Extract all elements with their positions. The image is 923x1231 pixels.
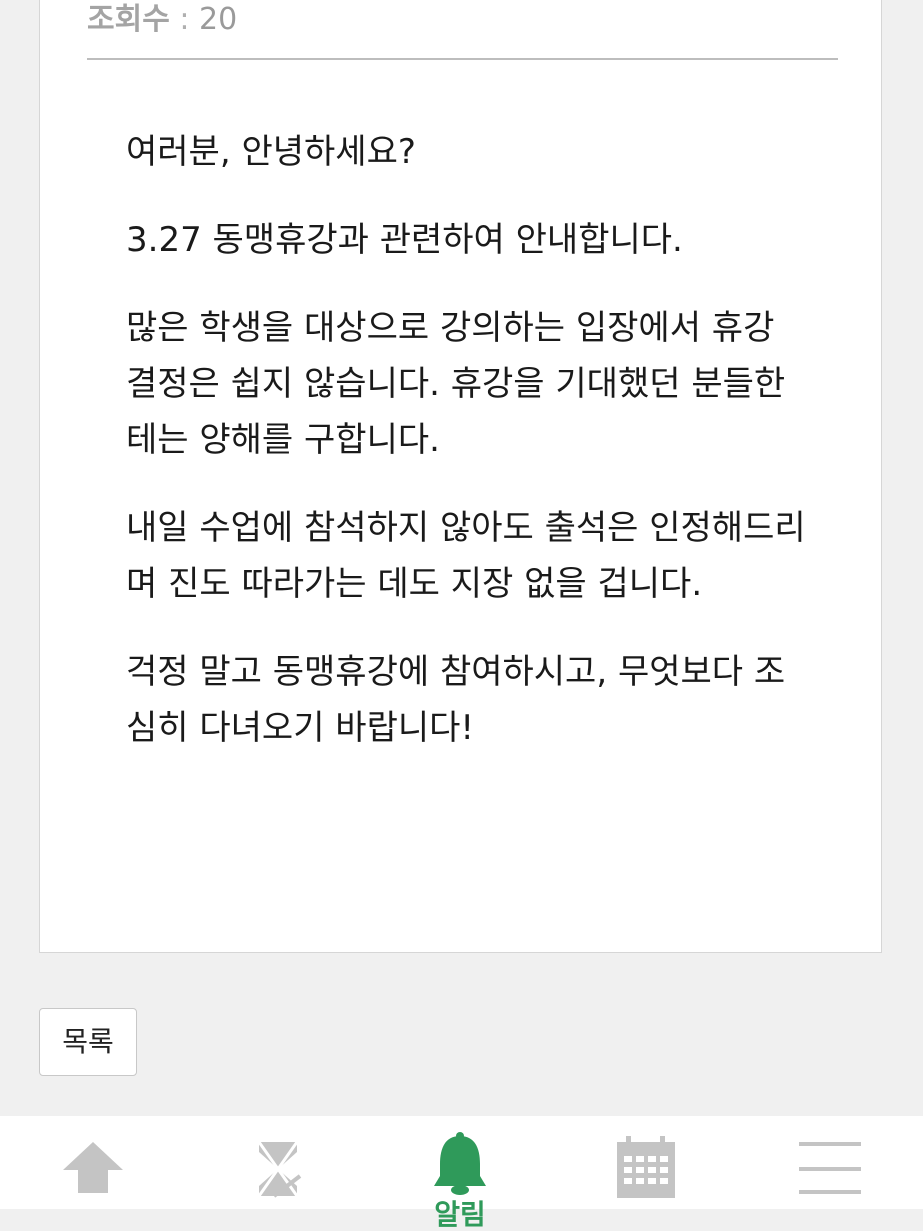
bell-icon (434, 1132, 486, 1195)
views-separator: : (179, 2, 190, 37)
post-paragraph-decision: 많은 학생을 대상으로 강의하는 입장에서 휴강 결정은 쉽지 않습니다. 휴강… (126, 308, 786, 460)
hourglass-icon (257, 1141, 302, 1198)
list-button[interactable]: 목록 (39, 1008, 137, 1076)
post-paragraph-greeting: 여러분, 안녕하세요? (126, 132, 416, 172)
nav-item-notifications[interactable]: 알림 (400, 1116, 520, 1230)
post-card: 조회수 : 20 여러분, 안녕하세요? 3.27 동맹휴강과 관련하여 안내합… (39, 0, 882, 953)
nav-label-notifications: 알림 (434, 1198, 486, 1231)
post-views: 조회수 : 20 (87, 0, 237, 42)
calendar-icon (617, 1136, 675, 1198)
nav-item-menu[interactable] (770, 1116, 890, 1209)
post-paragraph-closing: 걱정 말고 동맹휴강에 참여하시고, 무엇보다 조심히 다녀오기 바랍니다! (126, 652, 786, 748)
post-paragraph-notice: 3.27 동맹휴강과 관련하여 안내합니다. (126, 220, 683, 260)
bottom-nav: 알림 (0, 1116, 923, 1230)
views-label: 조회수 (87, 2, 170, 37)
post-body: 여러분, 안녕하세요? 3.27 동맹휴강과 관련하여 안내합니다. 많은 학생… (126, 124, 806, 788)
post-paragraph-attendance: 내일 수업에 참석하지 않아도 출석은 인정해드리며 진도 따라가는 데도 지장… (126, 508, 806, 604)
home-icon (63, 1142, 123, 1193)
views-count: 20 (199, 2, 238, 37)
menu-icon (799, 1142, 861, 1194)
nav-item-calendar[interactable] (586, 1116, 706, 1209)
nav-item-hourglass[interactable] (216, 1116, 336, 1209)
nav-item-home[interactable] (33, 1116, 153, 1209)
divider (87, 58, 838, 60)
